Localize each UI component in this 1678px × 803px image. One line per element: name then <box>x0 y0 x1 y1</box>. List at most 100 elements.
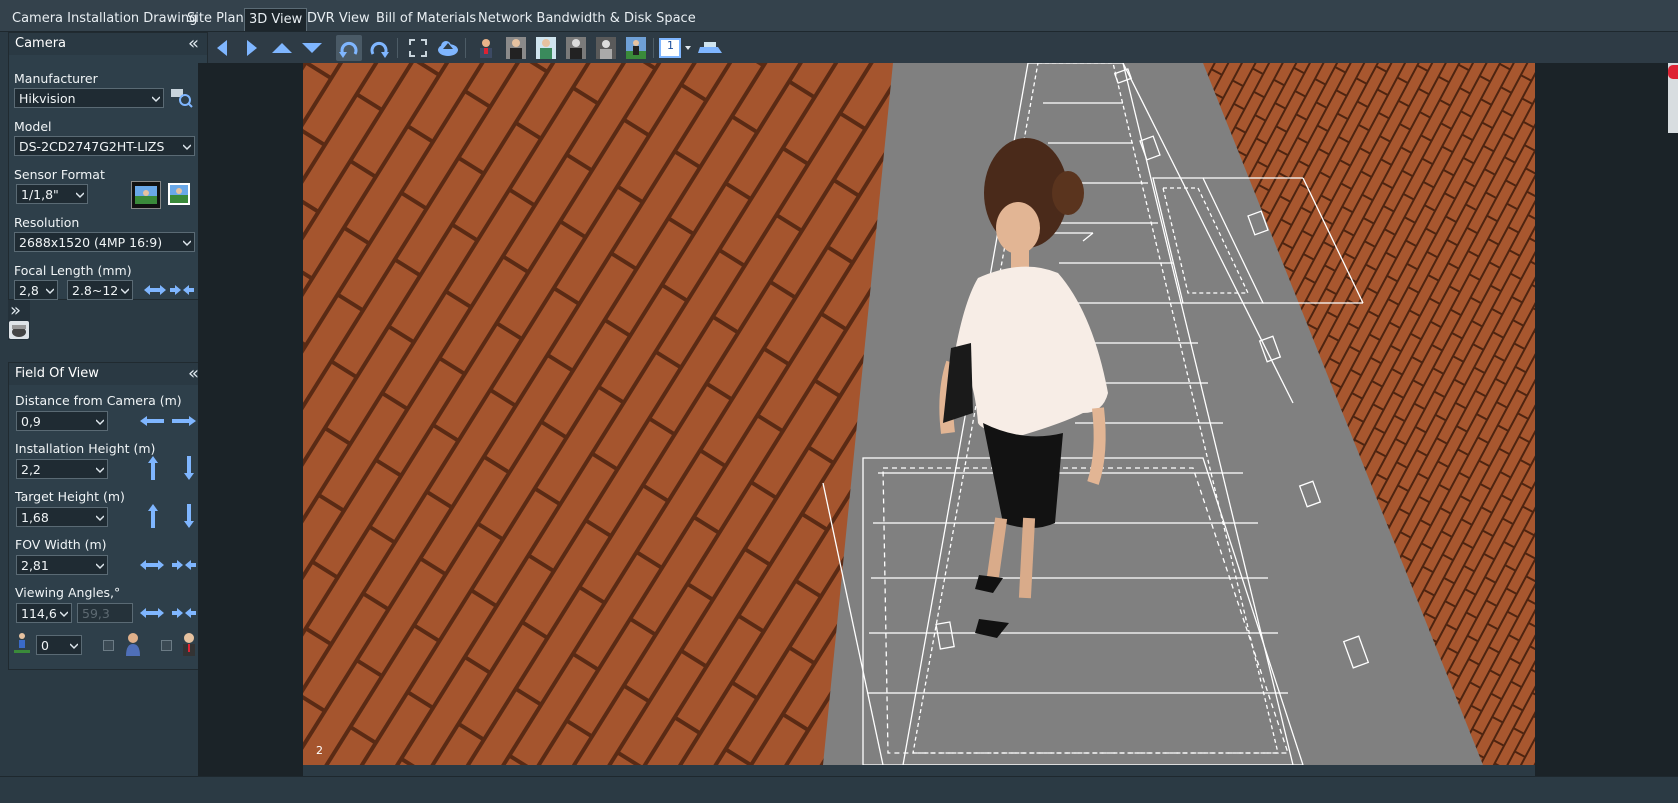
viewport-right-margin <box>1535 63 1678 777</box>
person-5-icon[interactable] <box>593 35 619 61</box>
target-height-select[interactable]: 1,68 <box>16 507 108 527</box>
installation-height-label: Installation Height (m) <box>15 441 156 456</box>
manufacturer-label: Manufacturer <box>14 71 98 86</box>
arrow-left-icon[interactable] <box>209 35 235 61</box>
viewport-left-margin <box>198 63 303 777</box>
installation-height-value: 2,2 <box>21 462 41 477</box>
tab-bill-of-materials[interactable]: Bill of Materials <box>372 8 480 30</box>
tab-dvr-view[interactable]: DVR View <box>303 8 374 30</box>
vertical-angle-field: 59,3 <box>77 603 133 623</box>
monitor-count-icon[interactable]: 1 <box>659 35 693 61</box>
resolution-value: 2688x1520 (4MP 16:9) <box>19 235 163 250</box>
focal-length-select[interactable]: 2,8 <box>14 280 58 300</box>
sensor-format-select[interactable]: 1/1,8" <box>16 184 88 204</box>
horizontal-angle-value: 114,6 <box>21 606 57 621</box>
dome-camera-icon[interactable] <box>9 321 29 339</box>
camera-view-icon[interactable] <box>695 35 725 61</box>
focal-length-label: Focal Length (mm) <box>14 263 132 278</box>
view-toolbar: 1 <box>207 32 1678 64</box>
focal-range-value: 2.8~12 <box>72 283 119 298</box>
horizontal-angle-select[interactable]: 114,6 <box>16 603 72 623</box>
person-3-icon[interactable] <box>533 35 559 61</box>
person-select[interactable]: 0 <box>36 635 82 655</box>
fov-wide-arrows-icon[interactable] <box>139 557 165 573</box>
distance-value: 0,9 <box>21 414 41 429</box>
chevron-down-icon <box>96 467 104 474</box>
distance-label: Distance from Camera (m) <box>15 393 182 408</box>
fov-narrow-arrows-icon[interactable] <box>171 557 197 573</box>
show-person-checkbox[interactable] <box>103 640 114 651</box>
person-1-icon[interactable] <box>473 35 499 61</box>
chevron-down-icon <box>152 96 160 103</box>
angle-narrow-arrows-icon[interactable] <box>171 605 197 621</box>
monitor-count-label: 1 <box>667 39 674 52</box>
model-label: Model <box>14 119 52 134</box>
woman-avatar-icon[interactable] <box>121 631 145 657</box>
target-height-value: 1,68 <box>21 510 49 525</box>
chevron-down-icon <box>183 144 191 151</box>
chevron-down-icon <box>70 643 78 650</box>
chevron-down-icon <box>96 563 104 570</box>
chevron-down-icon <box>96 419 104 426</box>
arrow-right-long-icon[interactable] <box>171 413 197 429</box>
tab-3d-view[interactable]: 3D View <box>244 8 308 31</box>
person-4-icon[interactable] <box>563 35 589 61</box>
model-select[interactable]: DS-2CD2747G2HT-LIZS <box>14 136 195 156</box>
person-6-icon[interactable] <box>623 35 649 61</box>
3d-scene <box>303 63 1535 765</box>
sensor-preview-wide-icon[interactable] <box>131 181 161 209</box>
expand-double-chevron-icon[interactable]: » <box>10 300 21 321</box>
status-bar <box>0 776 1678 803</box>
angle-wide-arrows-icon[interactable] <box>139 605 165 621</box>
zoom-narrow-arrows-icon[interactable] <box>169 281 195 299</box>
resolution-select[interactable]: 2688x1520 (4MP 16:9) <box>14 232 195 252</box>
arrow-right-icon[interactable] <box>239 35 265 61</box>
focal-length-value: 2,8 <box>19 283 39 298</box>
chevron-down-icon <box>46 288 54 295</box>
viewing-angles-label: Viewing Angles,° <box>15 585 121 600</box>
manufacturer-select[interactable]: Hikvision <box>14 88 164 108</box>
person-select-value: 0 <box>41 638 49 653</box>
arrow-left-long-icon[interactable] <box>139 413 165 429</box>
tab-camera-installation-drawing[interactable]: Camera Installation Drawing <box>8 8 201 30</box>
close-icon[interactable] <box>1668 65 1678 79</box>
chevron-down-icon <box>76 192 84 199</box>
tab-network-bandwidth[interactable]: Network Bandwidth & Disk Space <box>474 8 700 30</box>
arrow-down-icon[interactable] <box>299 35 325 61</box>
3d-viewport[interactable] <box>303 63 1535 765</box>
fov-width-select[interactable]: 2,81 <box>16 555 108 575</box>
distance-select[interactable]: 0,9 <box>16 411 108 431</box>
collapse-double-chevron-icon[interactable]: « <box>188 33 199 55</box>
show-man-checkbox[interactable] <box>161 640 172 651</box>
person-2-icon[interactable] <box>503 35 529 61</box>
window-controls <box>1668 63 1678 133</box>
rotate-right-icon[interactable] <box>366 35 392 61</box>
vertical-angle-value: 59,3 <box>82 606 110 621</box>
sensor-format-value: 1/1,8" <box>21 187 59 202</box>
sensor-preview-tall-icon[interactable] <box>167 181 191 207</box>
tab-bar: Camera Installation Drawing Site Plan 3D… <box>0 0 1678 32</box>
chevron-down-icon <box>96 515 104 522</box>
arrow-up-long-icon[interactable] <box>145 455 161 481</box>
arrow-down-long-icon[interactable] <box>181 503 197 529</box>
model-value: DS-2CD2747G2HT-LIZS <box>19 139 165 154</box>
tab-site-plan[interactable]: Site Plan <box>183 8 248 30</box>
camera-panel: Camera « Manufacturer Hikvision Model DS… <box>8 32 208 300</box>
zoom-wide-arrows-icon[interactable] <box>143 281 167 299</box>
arrow-down-long-icon[interactable] <box>181 455 197 481</box>
person-height-icon[interactable] <box>12 631 32 655</box>
target-height-label: Target Height (m) <box>15 489 125 504</box>
cloud-upload-icon[interactable] <box>435 35 461 61</box>
fov-panel-header: Field Of View « <box>9 363 207 385</box>
camera-panel-header: Camera « <box>9 33 207 55</box>
rotate-left-icon[interactable] <box>336 35 362 61</box>
camera-search-icon[interactable] <box>169 85 193 109</box>
chevron-down-icon <box>60 611 68 618</box>
installation-height-select[interactable]: 2,2 <box>16 459 108 479</box>
focal-range-select[interactable]: 2.8~12 <box>67 280 133 300</box>
arrow-up-icon[interactable] <box>269 35 295 61</box>
fov-width-value: 2,81 <box>21 558 49 573</box>
arrow-up-long-icon[interactable] <box>145 503 161 529</box>
fit-screen-icon[interactable] <box>405 35 431 61</box>
viewport-number: 2 <box>316 744 323 757</box>
